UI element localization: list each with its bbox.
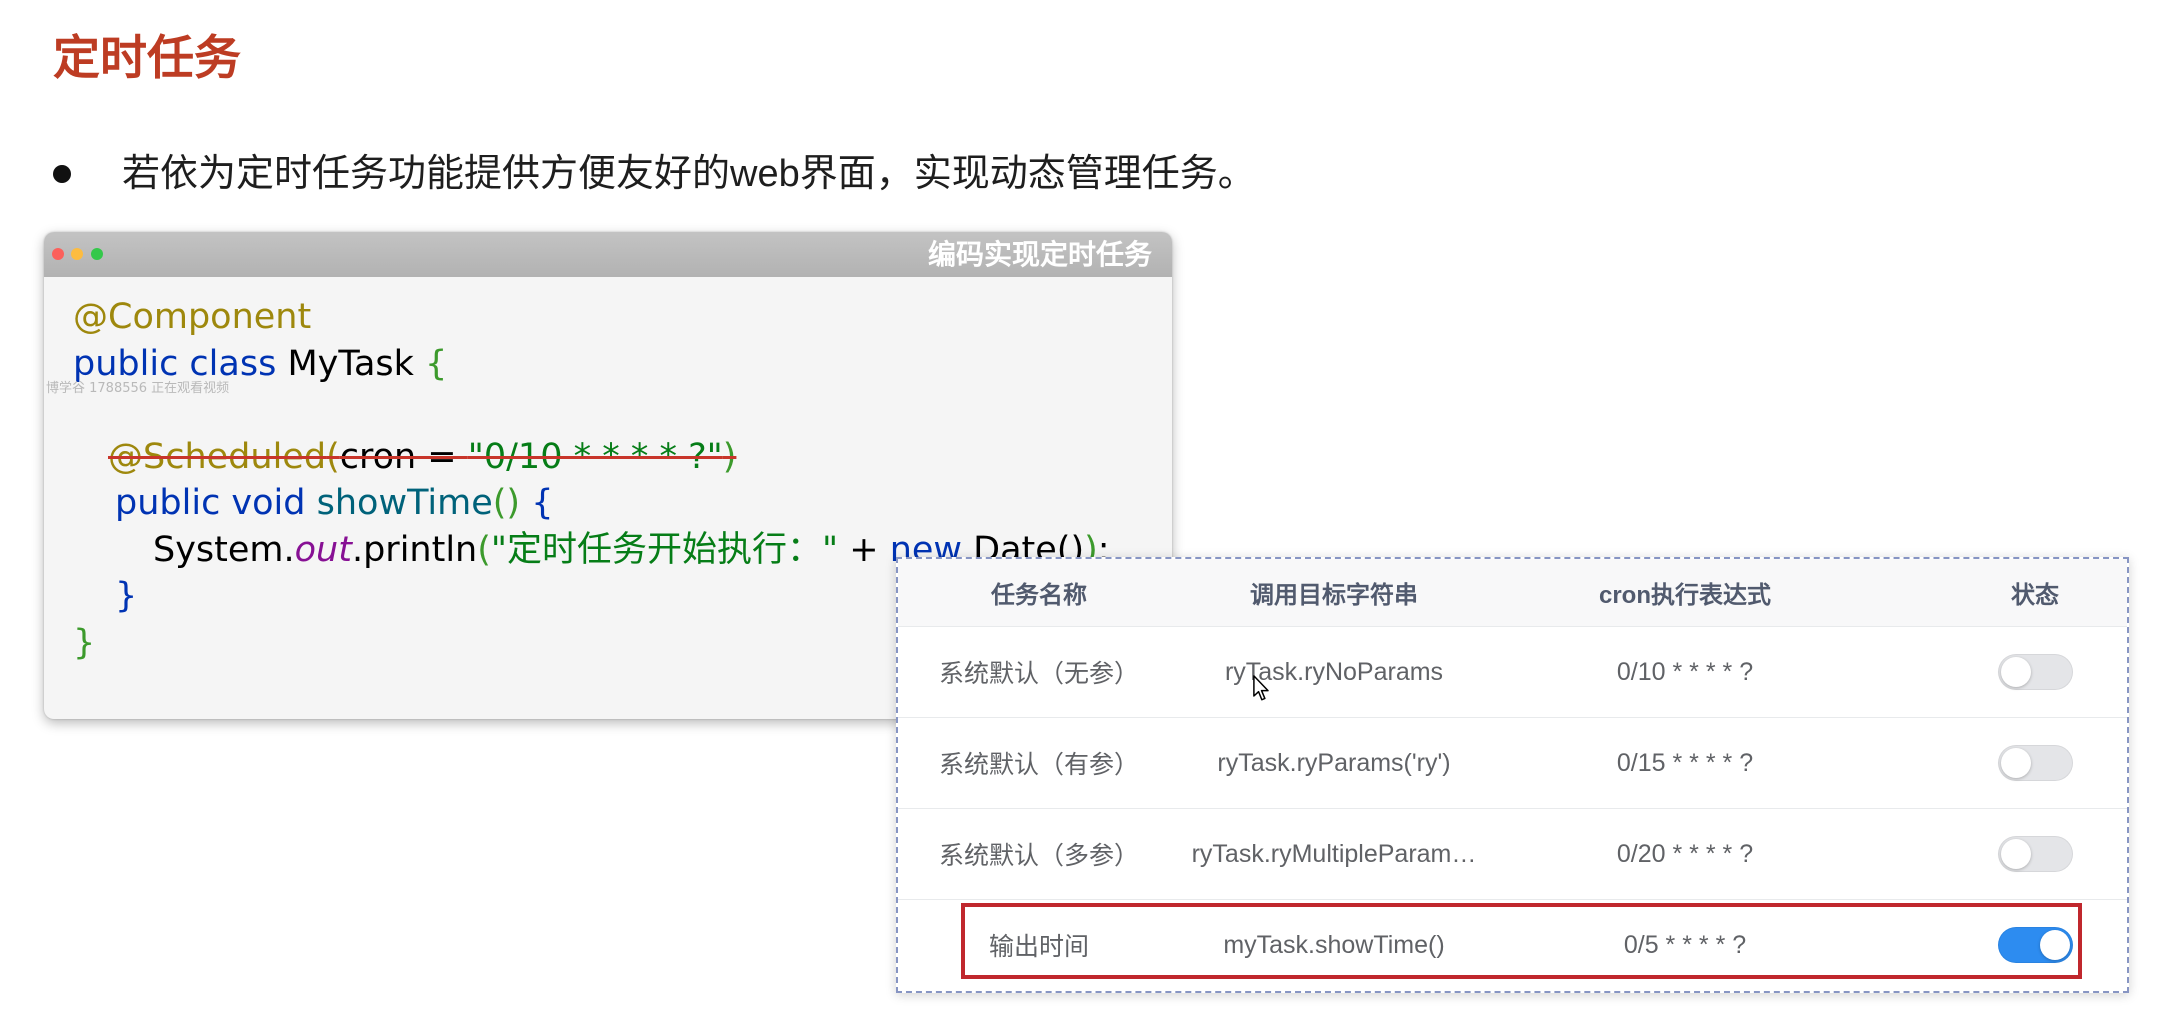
code-keyword: public class (73, 343, 277, 384)
column-header-invoke-target: 调用目标字符串 (1180, 559, 1488, 627)
code-string: "定时任务开始执行：" (490, 529, 839, 570)
status-cell (1882, 626, 2127, 718)
toggle-knob (2000, 839, 2031, 869)
code-paren: () (492, 483, 521, 523)
code-string: "0/10 * * * * ?" (467, 436, 723, 477)
status-cell (1882, 808, 2127, 900)
bullet-item: 若依为定时任务功能提供方便友好的web界面，实现动态管理任务。 (53, 148, 1256, 200)
close-button-icon (52, 248, 64, 260)
column-header-cron: cron执行表达式 (1488, 559, 1882, 627)
code-static-field: out (294, 529, 352, 570)
code-brace: } (73, 622, 96, 663)
invoke-target-cell: ryTask.ryMultipleParam… (1180, 808, 1488, 900)
task-table: 任务名称 调用目标字符串 cron执行表达式 状态 系统默认（无参） ryTas… (898, 559, 2127, 990)
code-attribute: cron = (339, 436, 468, 477)
code-operator: + (838, 529, 890, 570)
code-keyword: public void (115, 483, 306, 523)
invoke-target-cell: ryTask.ryNoParams (1180, 626, 1488, 718)
table-row: 系统默认（有参） ryTask.ryParams('ry') 0/15 * * … (898, 717, 2127, 809)
table-row: 系统默认（无参） ryTask.ryNoParams 0/10 * * * * … (898, 626, 2127, 718)
status-cell (1882, 717, 2127, 809)
toggle-knob (2000, 748, 2031, 778)
cron-expression-cell: 0/20 * * * * ? (1488, 808, 1882, 900)
code-brace: } (115, 576, 138, 616)
code-line: public void showTime() { (44, 480, 1172, 527)
code-paren: ) (722, 436, 737, 477)
status-cell (1882, 900, 2127, 991)
slide-title: 定时任务 (53, 31, 241, 84)
video-watermark: 博学谷 1788556 正在观看视频 (46, 381, 230, 396)
task-name-cell: 输出时间 (988, 933, 1089, 961)
code-paren: ( (326, 436, 340, 477)
cron-expression-cell: 0/15 * * * * ? (1488, 717, 1882, 809)
minimize-button-icon (71, 248, 83, 260)
code-annotation: @Component (73, 297, 312, 337)
status-toggle[interactable] (1997, 654, 2073, 690)
toggle-knob (2000, 657, 2031, 687)
table-row: 系统默认（多参） ryTask.ryMultipleParam… 0/20 * … (898, 808, 2127, 900)
status-toggle[interactable] (1997, 745, 2073, 781)
code-line-struck: @Scheduled(cron = "0/10 * * * * ?") (44, 434, 1172, 481)
code-method-name: showTime (305, 483, 493, 523)
task-name-cell: 系统默认（多参） (898, 808, 1180, 900)
table-header-row: 任务名称 调用目标字符串 cron执行表达式 状态 (898, 559, 2127, 627)
code-identifier: .println (351, 529, 478, 570)
task-table-panel: 任务名称 调用目标字符串 cron执行表达式 状态 系统默认（无参） ryTas… (896, 557, 2129, 993)
invoke-target-cell: myTask.showTime() (1223, 930, 1445, 959)
code-brace: { (425, 343, 448, 384)
code-window-title: 编码实现定时任务 (927, 238, 1152, 271)
mouse-pointer-icon (1253, 675, 1269, 701)
bullet-text: 若依为定时任务功能提供方便友好的web界面，实现动态管理任务。 (122, 153, 1256, 195)
task-name-cell: 系统默认（无参） (898, 626, 1180, 718)
table-row-highlighted: 输出时间 myTask.showTime() 0/5 * * * * ? (898, 900, 2127, 991)
cron-expression-cell: 0/10 * * * * ? (1488, 626, 1882, 718)
code-brace: { (520, 483, 554, 523)
column-header-status: 状态 (1882, 559, 2127, 627)
invoke-target-cell: ryTask.ryParams('ry') (1180, 717, 1488, 809)
task-name-cell: 系统默认（有参） (898, 717, 1180, 809)
column-header-task-name: 任务名称 (898, 559, 1180, 627)
code-class-name: MyTask (276, 343, 426, 384)
code-identifier: System. (153, 529, 295, 570)
code-line: @Component (44, 294, 1172, 341)
code-annotation: @Scheduled (108, 436, 327, 477)
bullet-dot-icon (53, 165, 71, 183)
maximize-button-icon (91, 248, 103, 260)
status-toggle[interactable] (1997, 836, 2073, 872)
code-paren: ( (477, 529, 491, 570)
cron-expression-cell: 0/5 * * * * ? (1623, 930, 1747, 959)
toggle-knob (2039, 930, 2070, 960)
status-toggle[interactable] (1997, 927, 2073, 963)
code-window-titlebar: 编码实现定时任务 (44, 232, 1172, 277)
